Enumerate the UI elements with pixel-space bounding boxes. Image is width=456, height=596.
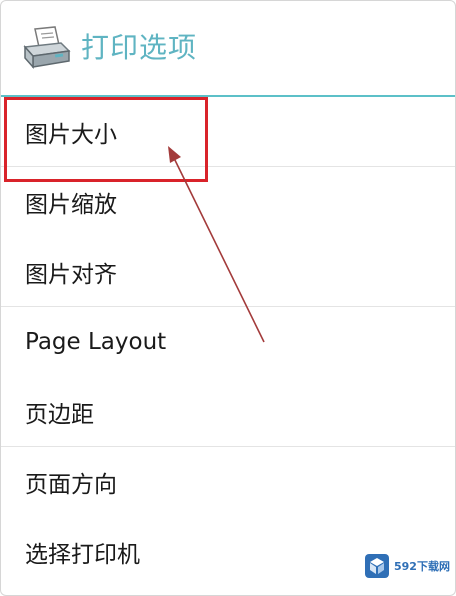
menu-item-label: Page Layout [25, 329, 167, 355]
watermark: 592下载网 [364, 546, 454, 586]
menu-item-label: 图片对齐 [25, 262, 117, 288]
menu-item-image-scaling[interactable]: 图片缩放 [1, 167, 455, 237]
menu-item-margins[interactable]: 页边距 [1, 377, 455, 447]
menu-item-label: 页边距 [25, 402, 94, 428]
watermark-text: 592下载网 [394, 560, 450, 573]
menu-item-page-orientation[interactable]: 页面方向 [1, 447, 455, 517]
cube-logo-icon [365, 554, 389, 578]
menu-item-label: 选择打印机 [25, 542, 140, 568]
print-options-menu: 图片大小 图片缩放 图片对齐 Page Layout 页边距 页面方向 选择打印… [1, 97, 455, 587]
printer-icon [23, 26, 71, 69]
dialog-header: 打印选项 [1, 1, 455, 95]
menu-item-image-size[interactable]: 图片大小 [1, 97, 455, 167]
menu-item-image-alignment[interactable]: 图片对齐 [1, 237, 455, 307]
print-options-dialog: 打印选项 图片大小 图片缩放 图片对齐 Page Layout 页边距 页面方向… [0, 0, 456, 596]
menu-item-label: 图片缩放 [25, 192, 117, 218]
menu-item-label: 页面方向 [25, 472, 117, 498]
dialog-title: 打印选项 [81, 31, 198, 64]
menu-item-label: 图片大小 [25, 122, 117, 148]
menu-item-page-layout[interactable]: Page Layout [1, 307, 455, 377]
